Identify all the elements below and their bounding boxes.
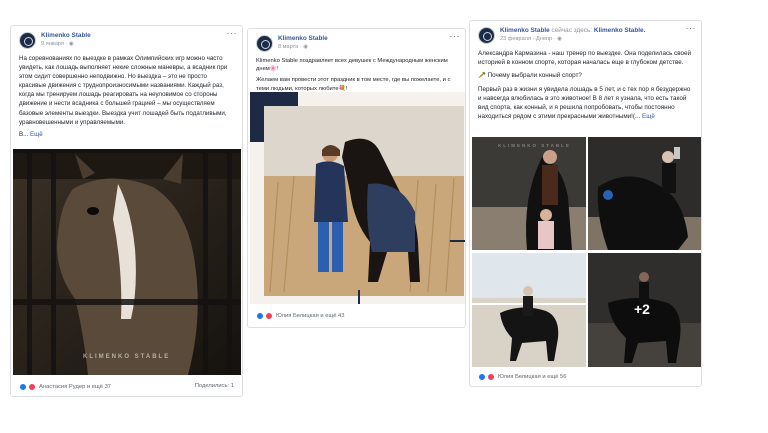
post-date[interactable]: 23 февраля [500, 36, 531, 42]
post-body: На соревнованиях по выездке в рамках Оли… [19, 55, 228, 126]
see-more-link[interactable]: Ещё [30, 131, 43, 138]
dressage-arena-image [472, 253, 586, 367]
post-trainer-story: Klimenko Stable сейчас здесь: Klimenko S… [469, 20, 702, 387]
globe-icon: · ◉ [65, 41, 74, 47]
more-options-icon[interactable]: ··· [227, 28, 238, 38]
woman-with-horse-image [250, 92, 465, 304]
more-options-icon[interactable]: ··· [450, 31, 461, 41]
photo-grid: KLIMENKO STABLE +2 [472, 137, 701, 367]
trainer-with-child-image [472, 137, 586, 250]
love-icon [28, 383, 36, 391]
post-location[interactable]: Днепр [536, 36, 552, 42]
feed-canvas: Klimenko Stable 9 января · ◉ ··· На соре… [0, 0, 768, 433]
page-name-link[interactable]: Klimenko Stable [278, 35, 328, 42]
post-text: Klimenko Stable поздравляет всех девушек… [248, 55, 465, 93]
reactions-bar[interactable]: Юлия Белицкая и ещё 43 [256, 312, 345, 320]
reactions-summary: Анастасия Рудер и ещё 37 [39, 384, 112, 390]
grid-photo-1[interactable]: KLIMENKO STABLE [472, 137, 586, 250]
like-icon [19, 383, 27, 391]
post-photo-horse-stall[interactable]: KLIMENKO STABLE [13, 149, 241, 375]
post-date[interactable]: 8 марта [278, 44, 298, 50]
post-header: Klimenko Stable 8 марта · ◉ ··· [248, 29, 465, 55]
love-icon [487, 373, 495, 381]
like-icon [478, 373, 486, 381]
post-header: Klimenko Stable сейчас здесь: Klimenko S… [470, 21, 701, 47]
more-options-icon[interactable]: ··· [686, 23, 697, 33]
reactions-summary: Юлия Белицкая и ещё 43 [276, 313, 345, 319]
shares-count[interactable]: Поделились: 1 [195, 383, 234, 389]
post-meta: 8 марта · ◉ [278, 44, 308, 50]
page-avatar[interactable] [478, 27, 495, 44]
post-womens-day: Klimenko Stable 8 марта · ◉ ··· Klimenko… [247, 28, 466, 328]
globe-icon: · ◉ [299, 44, 309, 50]
grid-photo-2[interactable] [588, 137, 701, 250]
page-name-line: Klimenko Stable сейчас здесь: Klimenko S… [500, 27, 645, 34]
love-icon [265, 312, 273, 320]
post-body: Александра Кармазина - наш тренер по вые… [478, 50, 692, 67]
grid-photo-4-more[interactable]: +2 [588, 253, 701, 367]
page-avatar[interactable] [19, 32, 36, 49]
more-photos-count: +2 [634, 301, 650, 317]
post-meta: 9 января · ◉ [41, 41, 74, 47]
post-body: Klimenko Stable поздравляет всех девушек… [256, 58, 448, 73]
post-header: Klimenko Stable 9 января · ◉ ··· [11, 26, 242, 52]
check-in-place[interactable]: Klimenko Stable. [594, 27, 646, 34]
page-avatar[interactable] [256, 35, 273, 52]
post-body-2: Первый раз в жизни я увидела лошадь в 5 … [478, 85, 691, 121]
post-text: На соревнованиях по выездке в рамках Оли… [11, 52, 242, 139]
post-photo-woman-horse[interactable] [250, 92, 465, 304]
post-ellipsis: В... [19, 130, 29, 138]
post-dressage: Klimenko Stable 9 января · ◉ ··· На соре… [10, 25, 243, 397]
see-more-link[interactable]: Ещё [642, 113, 655, 120]
horse-stall-image [13, 149, 241, 375]
post-date[interactable]: 9 января [41, 41, 64, 47]
post-text: Александра Кармазина - наш тренер по вые… [470, 47, 701, 121]
like-icon [256, 312, 264, 320]
page-name-link[interactable]: Klimenko Stable [500, 27, 550, 34]
page-name-link[interactable]: Klimenko Stable [41, 32, 91, 39]
globe-icon: · ◉ [553, 36, 562, 42]
reactions-summary: Юлия Белицкая и ещё 56 [498, 374, 567, 380]
reactions-bar[interactable]: Анастасия Рудер и ещё 37 [19, 383, 111, 391]
grid-photo-3[interactable] [472, 253, 586, 367]
post-body-2: Желаем вам провести этот праздник в том … [256, 77, 451, 92]
reactions-bar[interactable]: Юлия Белицкая и ещё 56 [478, 373, 567, 381]
rider-with-trophy-image [588, 137, 701, 250]
check-in-prefix: сейчас здесь: [551, 27, 593, 34]
watermark-text: KLIMENKO STABLE [83, 354, 171, 360]
post-question: 🥕 Почему выбрали конный спорт? [478, 72, 582, 80]
post-meta: 23 февраля · Днепр · ◉ [500, 36, 562, 42]
watermark-text: KLIMENKO STABLE [498, 143, 571, 148]
